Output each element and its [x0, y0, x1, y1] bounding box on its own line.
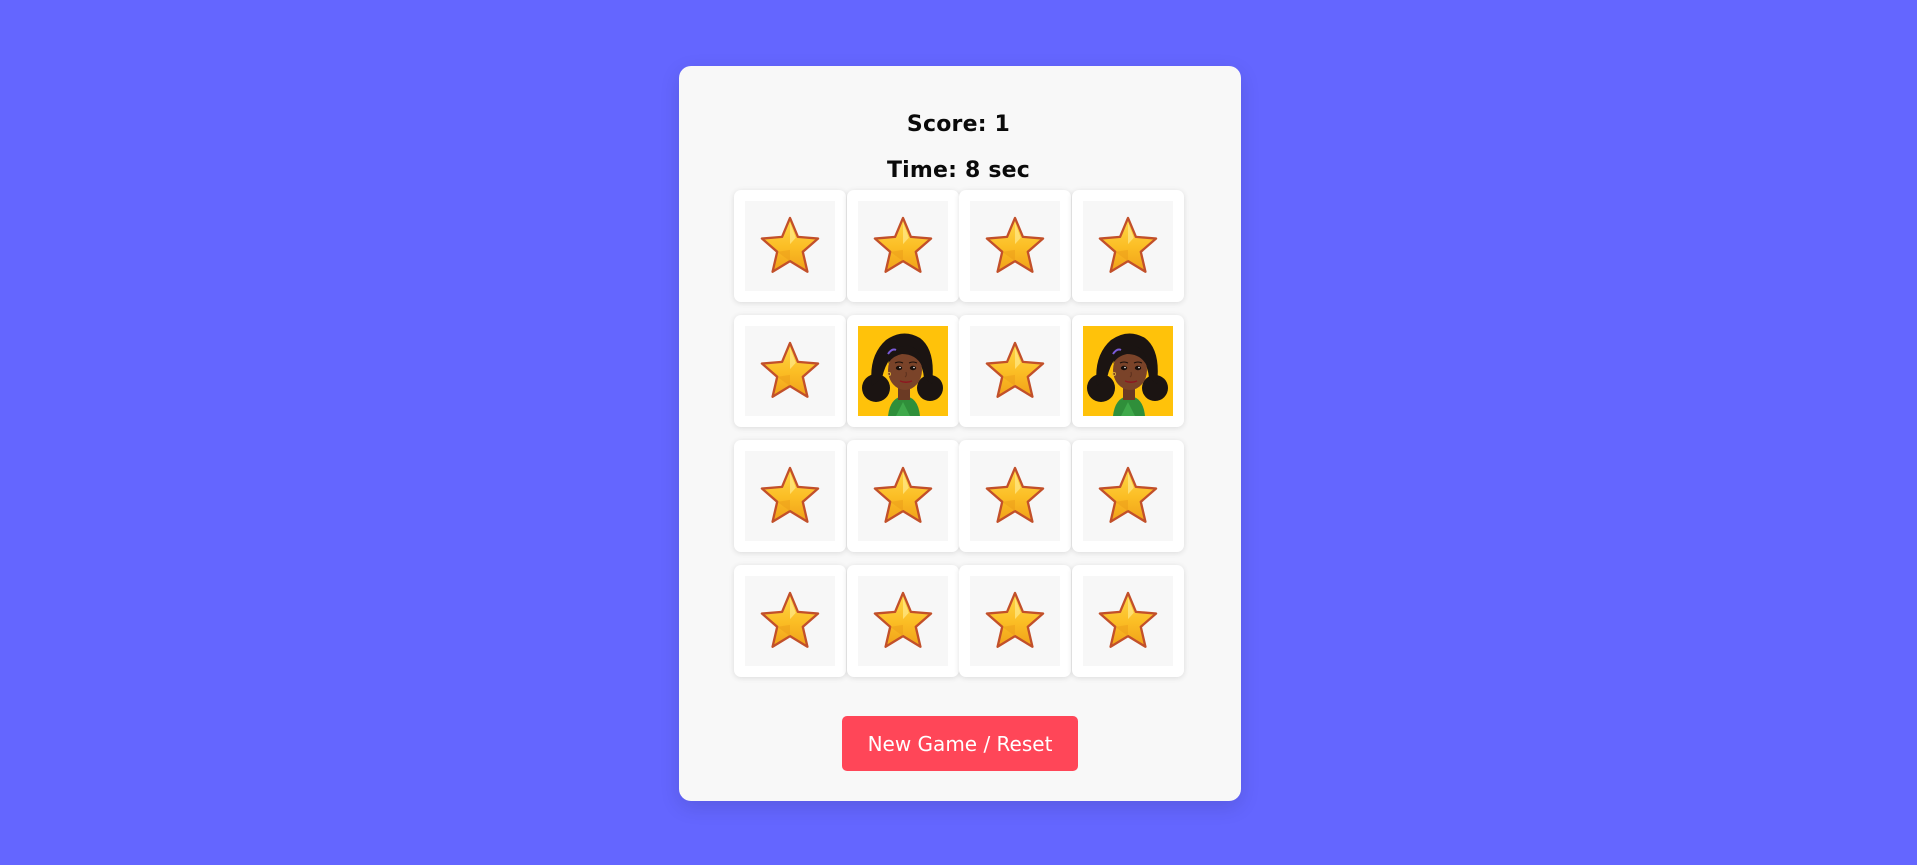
star-icon	[857, 576, 948, 666]
star-icon	[970, 201, 1060, 291]
memory-card[interactable]	[1071, 190, 1184, 302]
timer-display: Time: 8 sec	[886, 158, 1031, 183]
star-icon	[857, 451, 948, 541]
star-icon	[970, 326, 1060, 416]
memory-card[interactable]	[959, 565, 1071, 677]
star-icon	[1082, 201, 1173, 291]
star-icon	[1082, 451, 1173, 541]
memory-card[interactable]	[1071, 315, 1184, 427]
memory-card[interactable]	[1071, 440, 1184, 552]
memory-card[interactable]	[734, 440, 846, 552]
memory-card[interactable]	[1071, 565, 1184, 677]
memory-card[interactable]	[846, 440, 959, 552]
memory-card[interactable]	[734, 565, 846, 677]
girl-portrait-image	[857, 326, 948, 416]
star-icon	[970, 451, 1060, 541]
star-icon	[745, 576, 835, 666]
star-icon	[745, 326, 835, 416]
star-icon	[857, 201, 948, 291]
girl-portrait-image	[1082, 326, 1173, 416]
star-icon	[970, 576, 1060, 666]
memory-card[interactable]	[734, 315, 846, 427]
star-icon	[745, 451, 835, 541]
card-grid	[734, 190, 1186, 678]
memory-card[interactable]	[959, 440, 1071, 552]
star-icon	[745, 201, 835, 291]
memory-card[interactable]	[959, 315, 1071, 427]
star-icon	[1082, 576, 1173, 666]
memory-card[interactable]	[734, 190, 846, 302]
memory-card[interactable]	[846, 565, 959, 677]
memory-card[interactable]	[959, 190, 1071, 302]
score-display: Score: 1	[906, 112, 1011, 137]
memory-card[interactable]	[846, 190, 959, 302]
new-game-reset-button[interactable]: New Game / Reset	[842, 716, 1078, 771]
memory-card[interactable]	[846, 315, 959, 427]
